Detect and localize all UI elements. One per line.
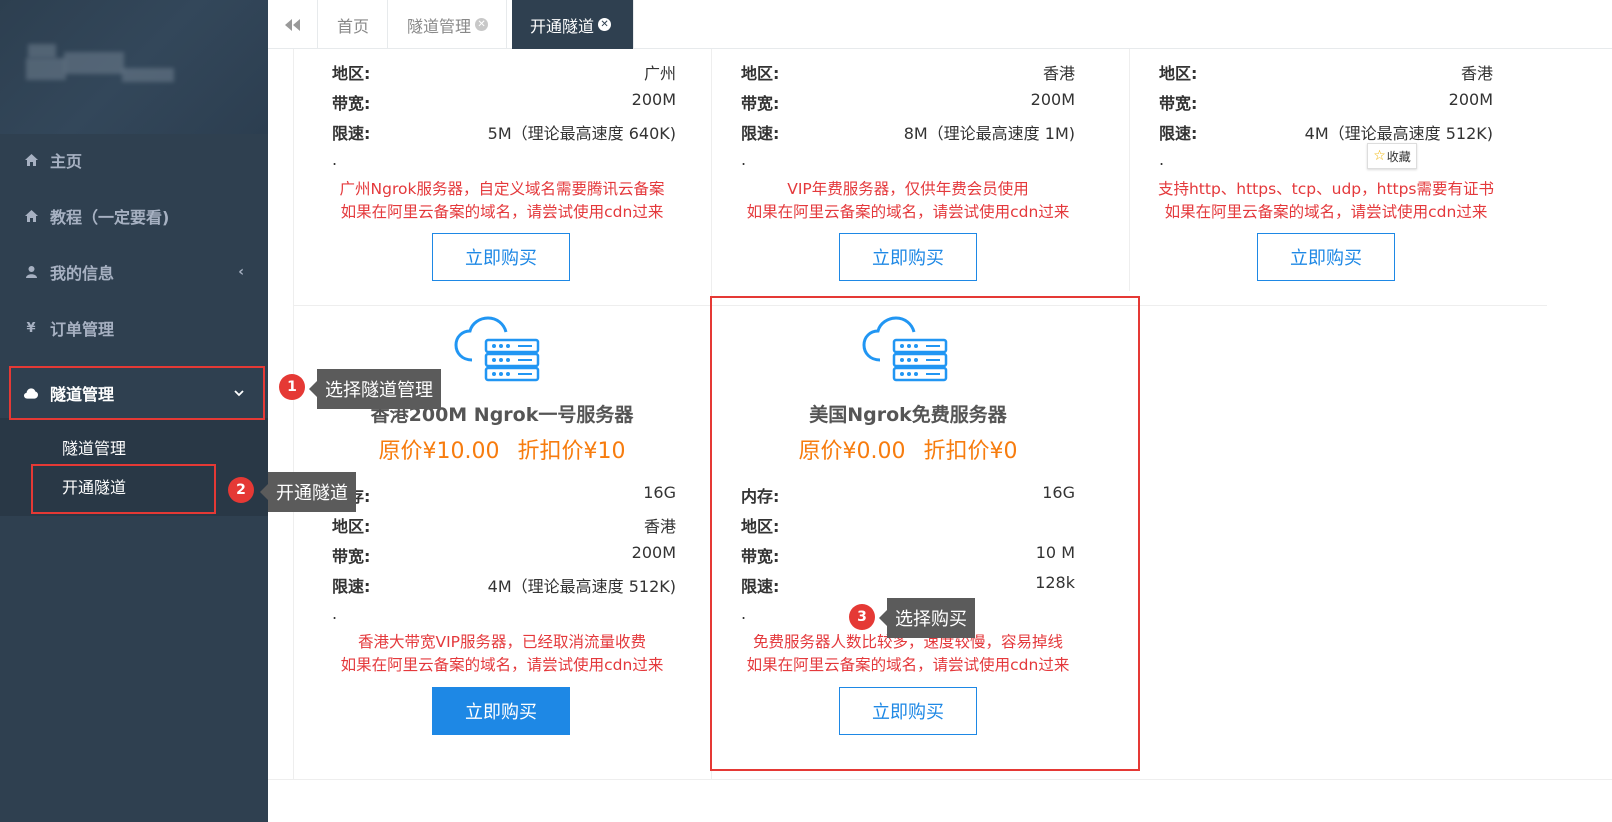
region-row: 地区: 香港 (741, 60, 1075, 83)
step-tooltip: 选择购买 (879, 598, 975, 638)
memory-value: 16G (643, 483, 676, 502)
buy-now-button[interactable]: 立即购买 (432, 687, 570, 735)
server-card: 地区: 香港 带宽: 200M 限速: 4M（理论最高速度 512K) . 支持… (1129, 49, 1547, 305)
sidebar-item-label: 我的信息 (50, 264, 115, 283)
dot: . (332, 150, 338, 169)
memory-row: 内存: 16G (332, 483, 676, 506)
region-value: 香港 (1042, 64, 1075, 83)
submenu-item-tunnel-management[interactable]: 隧道管理 (62, 435, 126, 459)
favorite-label: 收藏 (1386, 149, 1411, 164)
yen-icon: ¥ (26, 320, 36, 336)
card-description-note: 如果在阿里云备案的域名，请尝试使用cdn过来 (1164, 203, 1488, 221)
step-tooltip: 开通隧道 (260, 472, 356, 512)
region-row: 地区: 香港 (1159, 60, 1493, 83)
dot: . (741, 150, 747, 169)
sidebar-item-home[interactable]: 主页 (0, 135, 268, 185)
buy-now-button[interactable]: 立即购买 (839, 233, 977, 281)
price-line: 原价¥10.00 折扣价¥10 (293, 433, 711, 465)
sidebar-item-tutorial[interactable]: 教程（一定要看) (0, 191, 268, 241)
region-row: 地区: 广州 (332, 60, 676, 83)
region-row: 地区: 香港 (332, 513, 676, 536)
sidebar-item-label: 教程（一定要看) (50, 208, 170, 227)
sidebar-item-label: 订单管理 (50, 320, 115, 339)
speed-label: 限速: (1159, 124, 1198, 143)
bandwidth-value: 200M (631, 543, 676, 562)
speed-row: 限速: 4M（理论最高速度 512K) (332, 573, 676, 596)
speed-value: 4M（理论最高速度 512K) (487, 577, 676, 596)
bandwidth-row: 带宽: 200M (741, 90, 1075, 113)
bandwidth-label: 带宽: (332, 94, 371, 113)
speed-value: 5M（理论最高速度 640K) (487, 124, 676, 143)
card-description-note: 如果在阿里云备案的域名，请尝试使用cdn过来 (340, 656, 664, 674)
bandwidth-label: 带宽: (332, 547, 371, 566)
region-value: 香港 (643, 517, 676, 536)
card-description: VIP年费服务器，仅供年费会员使用 (787, 180, 1029, 198)
card-description-note: 如果在阿里云备案的域名，请尝试使用cdn过来 (340, 203, 664, 221)
discount-price: 折扣价¥10 (517, 439, 626, 464)
tab-bar: 首页 隧道管理 ✕ 开通隧道 ✕ (268, 0, 1612, 49)
card-description: 支持http、https、tcp、udp，https需要有证书 (1157, 180, 1495, 198)
buy-now-button[interactable]: 立即购买 (432, 233, 570, 281)
original-price: 原价¥10.00 (378, 439, 500, 464)
speed-row: 限速: 5M（理论最高速度 640K) (332, 120, 676, 143)
step-badge: 2 (228, 477, 254, 503)
tab-tunnel-management[interactable]: 隧道管理 ✕ (389, 0, 508, 49)
speed-row: 限速: 8M（理论最高速度 1M) (741, 120, 1075, 143)
step-badge: 1 (279, 374, 305, 400)
user-icon (24, 266, 38, 278)
speed-label: 限速: (332, 124, 371, 143)
card-description: 香港大带宽VIP服务器，已经取消流量收费 (357, 633, 647, 651)
sidebar-item-my-info[interactable]: 我的信息 ‹ (0, 247, 268, 297)
card-description-note: 如果在阿里云备案的域名，请尝试使用cdn过来 (746, 203, 1070, 221)
bandwidth-value: 200M (631, 90, 676, 109)
double-left-arrow-icon[interactable] (268, 0, 318, 49)
star-icon: ☆ (1373, 148, 1386, 164)
dot: . (332, 604, 338, 623)
server-card: 地区: 广州 带宽: 200M 限速: 5M（理论最高速度 640K) . 广州… (293, 49, 711, 305)
highlight-open-tunnel (31, 464, 216, 514)
region-label: 地区: (332, 64, 371, 83)
sidebar-item-orders[interactable]: ¥ 订单管理 (0, 303, 268, 353)
bandwidth-label: 带宽: (741, 94, 780, 113)
logo-area (0, 0, 268, 134)
bandwidth-label: 带宽: (1159, 94, 1198, 113)
logo (24, 42, 176, 86)
dot: . (1159, 150, 1165, 169)
region-value: 香港 (1460, 64, 1493, 83)
bandwidth-row: 带宽: 200M (1159, 90, 1493, 113)
sidebar-item-label: 主页 (50, 152, 83, 171)
speed-value: 8M（理论最高速度 1M) (903, 124, 1075, 143)
bandwidth-row: 带宽: 200M (332, 90, 676, 113)
bandwidth-row: 带宽: 200M (332, 543, 676, 566)
cloud-server-icon (454, 316, 540, 382)
tab-home[interactable]: 首页 (319, 0, 389, 49)
speed-label: 限速: (741, 124, 780, 143)
chevron-left-icon: ‹ (238, 264, 244, 280)
step-tooltip: 选择隧道管理 (309, 369, 441, 409)
region-label: 地区: (741, 64, 780, 83)
home-icon (24, 154, 38, 166)
highlight-free-server-card (710, 296, 1140, 771)
bandwidth-value: 200M (1448, 90, 1493, 109)
region-value: 广州 (643, 64, 676, 83)
server-card: 地区: 香港 带宽: 200M 限速: 8M（理论最高速度 1M) . VIP年… (711, 49, 1129, 305)
bandwidth-value: 200M (1030, 90, 1075, 109)
close-icon[interactable]: ✕ (598, 18, 612, 31)
tab-label: 首页 (337, 16, 370, 36)
speed-value: 4M（理论最高速度 512K) (1304, 124, 1493, 143)
highlight-tunnel-menu (9, 366, 265, 420)
tab-label: 开通隧道 (530, 16, 595, 36)
region-label: 地区: (332, 517, 371, 536)
home-icon (24, 210, 38, 222)
tab-open-tunnel[interactable]: 开通隧道 ✕ (512, 0, 634, 49)
favorite-button[interactable]: ☆ 收藏 (1367, 143, 1417, 169)
speed-label: 限速: (332, 577, 371, 596)
step-badge: 3 (849, 604, 875, 630)
close-icon[interactable]: ✕ (475, 18, 489, 31)
card-description: 广州Ngrok服务器，自定义域名需要腾讯云备案 (339, 180, 665, 198)
region-label: 地区: (1159, 64, 1198, 83)
buy-now-button[interactable]: 立即购买 (1257, 233, 1395, 281)
speed-row: 限速: 4M（理论最高速度 512K) (1159, 120, 1493, 143)
tab-label: 隧道管理 (407, 16, 472, 36)
